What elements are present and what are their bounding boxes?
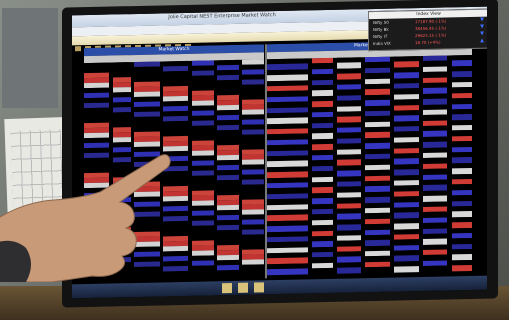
taskbar-app-icon[interactable] [238,282,248,293]
table-cell [267,268,308,275]
wall-poster [2,8,58,108]
index-row: India VIX 18.70 (+4%) ▲ [373,37,484,47]
index-popup[interactable]: Index View Nifty 50 17187.90 (-1%) ▼ Nif… [368,8,487,52]
table-cell [451,265,472,272]
table-cell [365,266,390,273]
table-cell [242,264,264,270]
table-cell [217,264,239,271]
table-cell [422,265,448,272]
hand-pointing [0,154,171,282]
market-watch-right: Market Watch [267,39,472,279]
table-cell [312,268,333,274]
taskbar-app-icon[interactable] [222,283,232,294]
window-title: Jolie Capital NEST Enterprise Market Wat… [168,12,276,21]
table-cell [336,267,362,274]
up-arrow-icon: ▲ [480,37,484,44]
taskbar-app-icon[interactable] [254,282,264,293]
table-cell [394,266,419,273]
